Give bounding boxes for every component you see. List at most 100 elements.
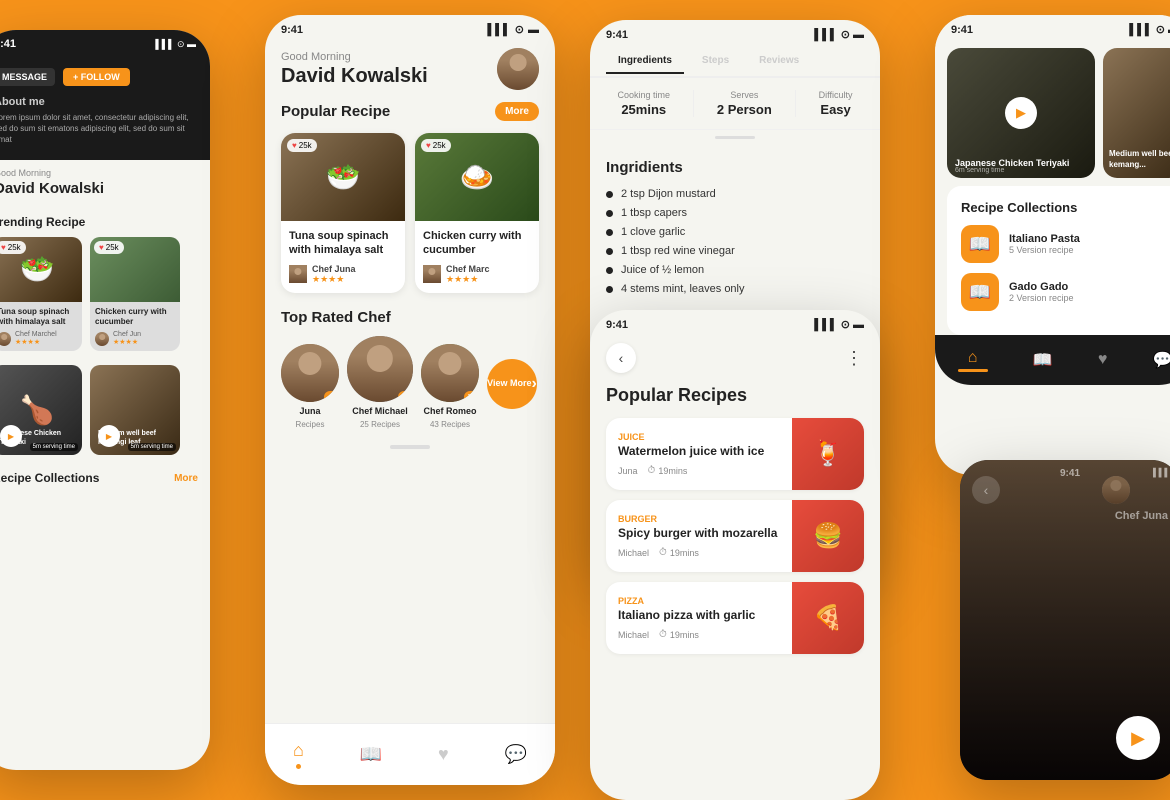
collection-item-1[interactable]: 📖 Italiano Pasta 5 Version recipe xyxy=(961,225,1169,263)
recipe-img-3 xyxy=(792,582,864,654)
popular-recipe-1[interactable]: ♥25k Tuna soup spinach with himalaya sal… xyxy=(281,133,405,293)
phone1-status-icons: ▌▌▌ ⊙ ▬ xyxy=(155,39,196,50)
tab-steps[interactable]: Steps xyxy=(690,49,741,74)
recipe-category-3: PIZZA xyxy=(618,596,780,606)
recipe-list-item-1[interactable]: JUICE Watermelon juice with ice Juna ⏱ 1… xyxy=(606,418,864,490)
popular-chef-1: Chef Juna xyxy=(312,264,356,274)
tab-reviews[interactable]: Reviews xyxy=(747,49,811,74)
collections-title-p1: Recipe Collections xyxy=(0,471,99,485)
phone2-signal: ▌▌▌ xyxy=(487,24,510,36)
recipe-list-item-3[interactable]: PIZZA Italiano pizza with garlic Michael… xyxy=(606,582,864,654)
clock-icon-3: ⏱ xyxy=(659,629,667,640)
message-button[interactable]: MESSAGE xyxy=(0,68,55,86)
recipe-collections: Recipe Collections 📖 Italiano Pasta 5 Ve… xyxy=(947,186,1170,335)
about-text: Lorem ipsum dolor sit amet, consectetur … xyxy=(0,112,196,146)
ingredient-6: 4 stems mint, leaves only xyxy=(606,283,864,295)
recipe-time-2: ⏱ 19mins xyxy=(659,547,699,558)
phone3-time: 9:41 xyxy=(606,29,628,41)
more-dots-icon[interactable]: ⋮ xyxy=(845,348,864,369)
recipe-list-item-2[interactable]: BURGER Spicy burger with mozarella Micha… xyxy=(606,500,864,572)
phone-chef-video: ‹ 9:41 ▌▌▌ Chef Juna ▶ xyxy=(960,460,1170,780)
collections-title-p5: Recipe Collections xyxy=(961,200,1169,215)
collection-name-1: Italiano Pasta xyxy=(1009,233,1169,245)
nav-chat[interactable]: 💬 xyxy=(505,744,527,765)
phone5-nav-home[interactable]: ⌂ xyxy=(958,349,988,372)
bullet-icon-5 xyxy=(606,267,613,274)
ingredient-3: 1 clove garlic xyxy=(606,226,864,238)
popular-title-p2: Popular Recipe xyxy=(281,103,390,120)
phone5-nav-heart[interactable]: ♥ xyxy=(1098,351,1108,369)
chef-name-card-3: Chef Romeo xyxy=(423,406,476,416)
collection-icon-1: 📖 xyxy=(961,225,999,263)
ingredient-text-4: 1 tbsp red wine vinegar xyxy=(621,245,735,257)
top-chef-title: Top Rated Chef xyxy=(281,309,539,326)
phone2-greeting: Good Morning xyxy=(281,51,428,63)
nav-book[interactable]: 📖 xyxy=(360,744,382,765)
view-more-btn[interactable]: View More › xyxy=(487,359,537,409)
recipe-chef-3: Michael xyxy=(618,630,649,640)
cooking-time-label: Cooking time xyxy=(617,90,670,100)
recipe-tabs: Ingredients Steps Reviews xyxy=(590,45,880,78)
difficulty-label: Difficulty xyxy=(819,90,853,100)
ingredient-5: Juice of ½ lemon xyxy=(606,264,864,276)
recipe-stats: Cooking time 25mins Serves 2 Person Diff… xyxy=(590,78,880,130)
video-card-1[interactable]: Japanese Chicken Teriyaki 5m serving tim… xyxy=(0,365,82,455)
video-card-2[interactable]: Medium well beef kemangi leaf 5m serving… xyxy=(90,365,180,455)
ingredient-text-5: Juice of ½ lemon xyxy=(621,264,704,276)
phone5-videos: ▶ Japanese Chicken Teriyaki 6m serving t… xyxy=(935,40,1170,186)
popular-recipes-title: Popular Recipes xyxy=(590,385,880,418)
recipe-card-1[interactable]: ♥25k Tuna soup spinach with himalaya sal… xyxy=(0,237,82,352)
phone5-nav-chat[interactable]: 💬 xyxy=(1152,350,1170,370)
collection-item-2[interactable]: 📖 Gado Gado 2 Version recipe xyxy=(961,273,1169,311)
nav-home[interactable]: ⌂ xyxy=(293,740,304,769)
nav-heart[interactable]: ♥ xyxy=(438,744,449,765)
phone4-time: 9:41 xyxy=(606,319,628,331)
ingredient-2: 1 tbsp capers xyxy=(606,207,864,219)
difficulty-value: Easy xyxy=(819,102,853,117)
popular-recipe-2[interactable]: ♥25k Chicken curry with cucumber Chef Ma… xyxy=(415,133,539,293)
phone-main: 9:41 ▌▌▌ ⊙ ▬ Good Morning David Kowalski… xyxy=(265,15,555,785)
clock-icon-2: ⏱ xyxy=(659,547,667,558)
chef-name-card-2: Chef Michael xyxy=(352,406,408,416)
phone5-nav-book[interactable]: 📖 xyxy=(1033,350,1053,370)
chef-card-1[interactable]: 4+ Juna Recipes xyxy=(281,344,339,429)
chef-card-3[interactable]: 5+ Chef Romeo 43 Recipes xyxy=(421,344,479,429)
recipe-name-2: Chicken curry with cucumber xyxy=(95,307,175,328)
follow-button[interactable]: + FOLLOW xyxy=(63,68,130,86)
phone1-time: 9:41 xyxy=(0,38,16,50)
cooking-time-value: 25mins xyxy=(617,102,670,117)
tab-ingredients[interactable]: Ingredients xyxy=(606,49,684,74)
phone-popular-recipes: 9:41 ▌▌▌ ⊙ ▬ ‹ ⋮ Popular Recipes JUICE W… xyxy=(590,310,880,800)
recipe-list-name-1: Watermelon juice with ice xyxy=(618,444,780,460)
phone5-video-1[interactable]: ▶ Japanese Chicken Teriyaki 6m serving t… xyxy=(947,48,1095,178)
chef-badge-2: 5+ xyxy=(398,391,413,402)
chef-card-2[interactable]: 5+ Chef Michael 25 Recipes xyxy=(347,336,413,429)
recipe-time-1: ⏱ 19mins xyxy=(648,465,688,476)
chef-recipes-1: Recipes xyxy=(296,420,325,429)
phone2-wifi: ⊙ xyxy=(515,23,524,36)
ingredient-text-3: 1 clove garlic xyxy=(621,226,685,238)
bullet-icon-4 xyxy=(606,248,613,255)
recipe-list-name-2: Spicy burger with mozarella xyxy=(618,526,780,542)
phone1-username: David Kowalski xyxy=(0,180,210,205)
scroll-indicator-p2 xyxy=(390,445,430,449)
phone-left-partial: 9:41 ▌▌▌ ⊙ ▬ MESSAGE + FOLLOW About me L… xyxy=(0,30,210,770)
phone2-battery: ▬ xyxy=(528,24,539,36)
back-button[interactable]: ‹ xyxy=(606,343,636,373)
collection-count-1: 5 Version recipe xyxy=(1009,245,1169,255)
collection-count-2: 2 Version recipe xyxy=(1009,293,1169,303)
popular-more-btn[interactable]: More xyxy=(495,102,539,121)
phone5-video-2[interactable]: Medium well beef kemang... xyxy=(1103,48,1170,178)
ingredient-4: 1 tbsp red wine vinegar xyxy=(606,245,864,257)
bullet-icon-3 xyxy=(606,229,613,236)
collections-more-p1[interactable]: More xyxy=(174,473,198,484)
chef-name-card-1: Juna xyxy=(299,406,320,416)
phone5-time: 9:41 xyxy=(951,24,973,36)
play-btn-p5-1[interactable]: ▶ xyxy=(1005,97,1037,129)
phone-collections: 9:41 ▌▌▌ ⊙ ▬ ▶ Japanese Chicken Teriyaki… xyxy=(935,15,1170,475)
recipe-chef-1: Juna xyxy=(618,466,638,476)
about-title: About me xyxy=(0,96,196,108)
recipe-card-2[interactable]: ♥25k Chicken curry with cucumber Chef Ju… xyxy=(90,237,180,352)
phone6-play-btn[interactable]: ▶ xyxy=(1116,716,1160,760)
trending-title: Trending Recipe xyxy=(0,215,85,229)
